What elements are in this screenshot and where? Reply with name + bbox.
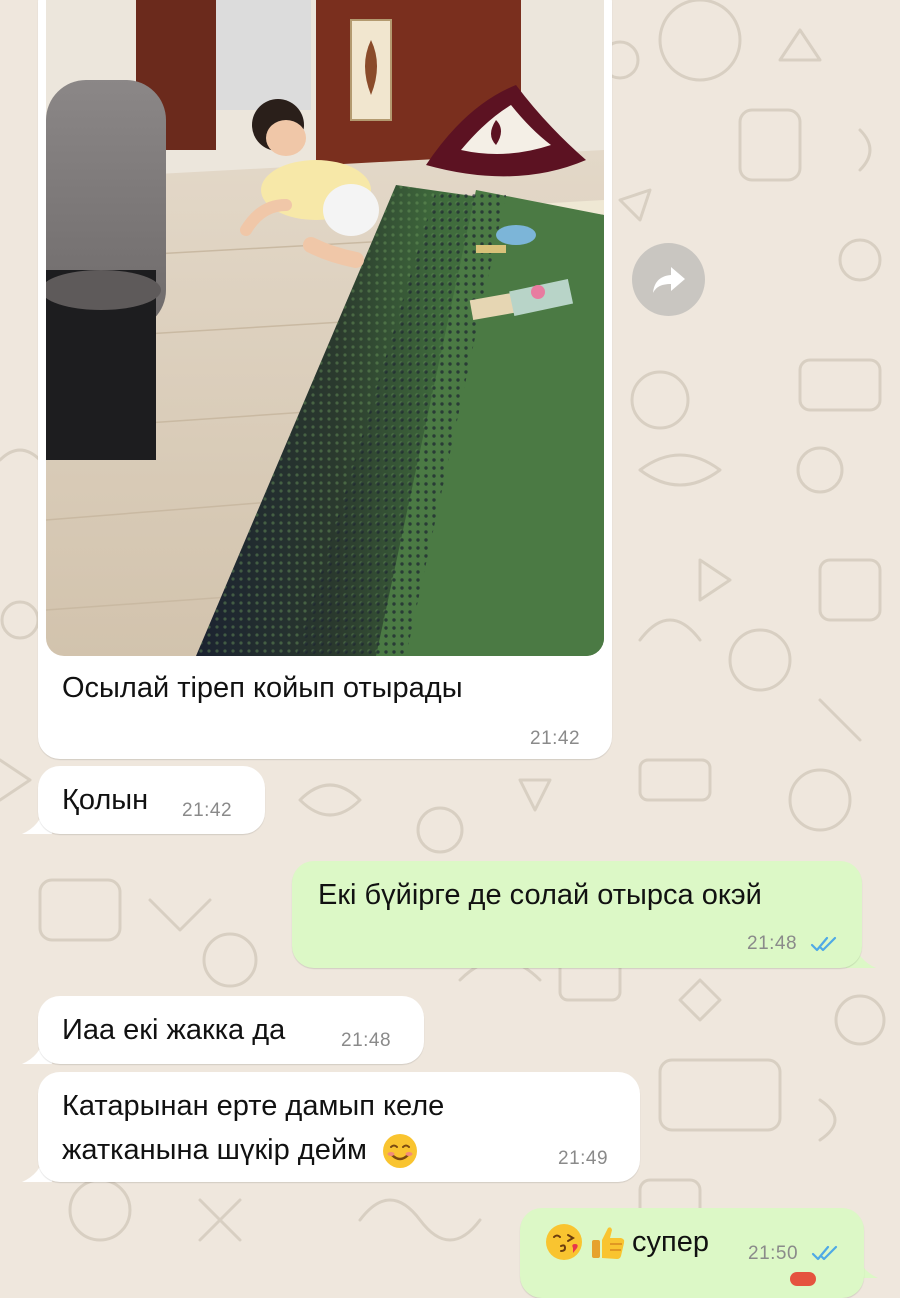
message-time: 21:50	[748, 1243, 799, 1264]
message-bubble-outgoing[interactable]: Екі бүйірге де солай отырса окэй 21:48	[292, 861, 862, 968]
forward-button[interactable]	[632, 243, 705, 316]
message-time: 21:42	[530, 728, 581, 749]
reaction-badge[interactable]	[790, 1272, 816, 1286]
message-bubble-photo[interactable]: Осылай тіреп койып отырады 21:42	[38, 0, 612, 759]
message-text-line-1: Катарынан ерте дамып келе	[62, 1090, 445, 1122]
message-text: Екі бүйірге де солай отырса окэй	[318, 879, 762, 911]
face-blowing-kiss-icon	[546, 1224, 582, 1260]
message-bubble-incoming[interactable]: Қолын 21:42	[38, 766, 265, 834]
message-time: 21:48	[341, 1030, 392, 1051]
thumbs-up-icon	[592, 1227, 625, 1259]
read-ticks-icon	[810, 936, 837, 952]
message-time: 21:42	[182, 800, 233, 821]
photo-image[interactable]	[46, 0, 604, 656]
photo-caption: Осылай тіреп койып отырады	[62, 672, 463, 704]
smiling-face-icon	[383, 1134, 418, 1169]
message-bubble-incoming[interactable]: Катарынан ерте дамып келе жатканына шүкі…	[38, 1072, 640, 1182]
message-text-line-2-text: жатканына шүкір дейм	[62, 1134, 367, 1166]
message-content: супер	[544, 1220, 709, 1264]
forward-arrow-icon	[652, 266, 685, 293]
message-text: Иаа екі жакка да	[62, 1014, 286, 1046]
read-ticks-icon	[811, 1245, 838, 1261]
message-bubble-incoming[interactable]: Иаа екі жакка да 21:48	[38, 996, 424, 1064]
message-time: 21:48	[747, 933, 798, 954]
message-text: супер	[632, 1226, 709, 1258]
message-time: 21:49	[558, 1148, 609, 1169]
message-text-line-2: жатканына шүкір дейм	[62, 1128, 419, 1172]
message-text: Қолын	[62, 784, 149, 816]
